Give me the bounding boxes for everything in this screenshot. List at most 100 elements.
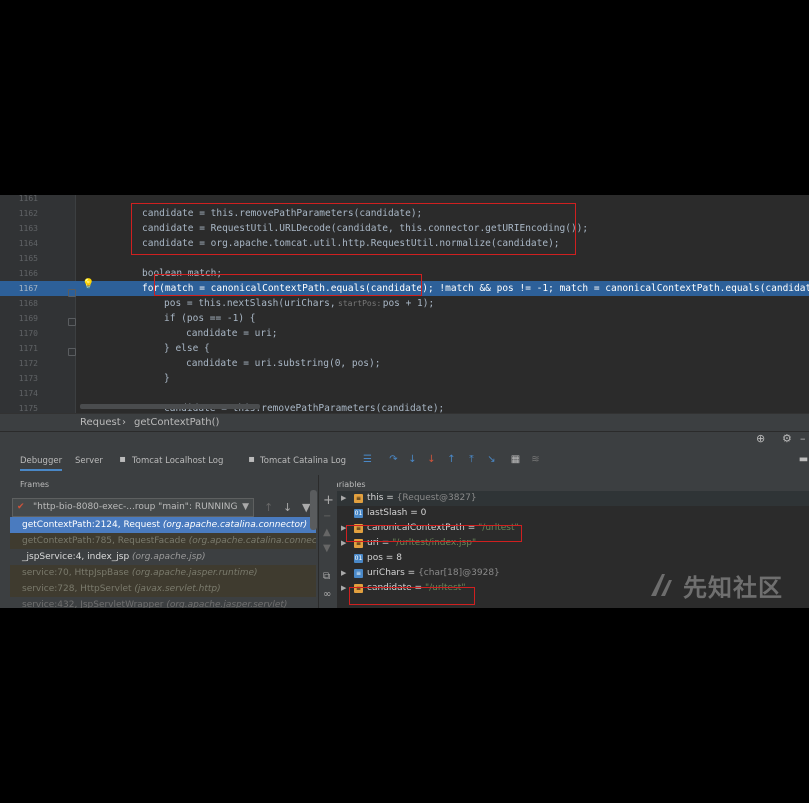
chevron-down-icon: ▼ [242, 502, 249, 512]
variable-row[interactable]: ▶ ≡ uri = "/urltest/index.jsp" [337, 536, 809, 551]
line-number[interactable]: 1170 [12, 326, 38, 341]
code-text: for(match = canonicalContextPath.equals(… [142, 283, 809, 294]
glasses-icon[interactable]: ∞ [323, 589, 331, 600]
variable-name: uri [367, 538, 379, 548]
fold-icon[interactable] [68, 348, 76, 356]
move-up-icon[interactable]: ▲ [323, 527, 331, 538]
line-number[interactable]: 1167 [12, 281, 38, 296]
fold-icon[interactable] [68, 318, 76, 326]
expand-arrow-icon[interactable]: ▶ [341, 566, 346, 581]
primitive-icon: 01 [354, 554, 363, 563]
add-watch-icon[interactable]: + [323, 493, 334, 508]
variable-row[interactable]: ▶ ≡ canonicalContextPath = "/urltest" [337, 521, 809, 536]
trace-icon[interactable]: ≋ [530, 454, 541, 465]
code-text-tail: pos + 1); [377, 298, 435, 309]
frame-item[interactable]: getContextPath:2124, Request (org.apache… [10, 517, 316, 533]
variables-title: Variables [337, 480, 366, 489]
step-out-icon[interactable]: ↑ [446, 454, 457, 465]
arrow-down-icon[interactable]: ↓ [283, 501, 292, 514]
line-number[interactable]: 1171 [12, 341, 38, 356]
watermark-logo [651, 574, 672, 596]
remove-watch-icon[interactable]: − [323, 511, 331, 522]
move-down-icon[interactable]: ▼ [323, 543, 331, 554]
copy-icon[interactable]: ⧉ [323, 571, 330, 582]
frame-method: getContextPath:785, RequestFacade [22, 536, 186, 546]
code-line[interactable]: 1170 candidate = uri; [0, 326, 809, 341]
tab-debugger[interactable]: Debugger [20, 453, 63, 471]
run-to-cursor-icon[interactable]: ↘ [486, 454, 497, 465]
line-number[interactable]: 1175 [12, 401, 38, 413]
frame-item[interactable]: service:728, HttpServlet (javax.servlet.… [10, 581, 316, 597]
code-text: candidate = uri.substring(0, pos); [186, 358, 381, 369]
gear-icon[interactable]: ⚙ [782, 432, 792, 445]
code-line[interactable]: 1167 for(match = canonicalContextPath.equ… [0, 281, 809, 296]
code-line[interactable]: 1172 candidate = uri.substring(0, pos); [0, 356, 809, 371]
minimize-icon[interactable]: – [800, 432, 806, 445]
step-over-icon[interactable]: ↷ [388, 454, 399, 465]
variable-name: uriChars [367, 568, 405, 578]
frame-method: service:432, JspServletWrapper [22, 600, 164, 608]
frame-item[interactable]: service:432, JspServletWrapper (org.apac… [10, 597, 316, 608]
code-line[interactable]: 1161 [0, 195, 809, 206]
expand-arrow-icon[interactable]: ▶ [341, 581, 346, 596]
expand-arrow-icon[interactable]: ▶ [341, 521, 346, 536]
line-number[interactable]: 1162 [12, 206, 38, 221]
code-line[interactable]: 1164 candidate = org.apache.tomcat.util.h… [0, 236, 809, 251]
tab-catalina-log[interactable]: Tomcat Catalina Log [260, 453, 346, 469]
line-number[interactable]: 1173 [12, 371, 38, 386]
line-number[interactable]: 1164 [12, 236, 38, 251]
frame-item[interactable]: service:70, HttpJspBase (org.apache.jasp… [10, 565, 316, 581]
expand-arrow-icon[interactable]: ▶ [341, 536, 346, 551]
variable-value: "/urltest" [424, 583, 466, 593]
variable-entry: lastSlash = 0 [367, 506, 426, 521]
line-number[interactable]: 1161 [12, 195, 38, 206]
frame-item[interactable]: getContextPath:785, RequestFacade (org.a… [10, 533, 316, 549]
code-line[interactable]: 1174 [0, 386, 809, 401]
code-editor[interactable]: 1161 1162 candidate = this.removePathParam… [0, 195, 809, 413]
expand-arrow-icon[interactable]: ▶ [341, 491, 346, 506]
line-number[interactable]: 1163 [12, 221, 38, 236]
force-step-into-icon[interactable]: ↓ [426, 454, 437, 465]
layout-icon[interactable]: ▬ [798, 454, 809, 465]
drop-frame-icon[interactable]: ⤒ [466, 454, 477, 465]
arrow-up-icon[interactable]: ↑ [264, 501, 273, 514]
menu-icon[interactable]: ☰ [362, 454, 373, 465]
step-into-icon[interactable]: ↓ [407, 454, 418, 465]
line-number[interactable]: 1169 [12, 311, 38, 326]
breadcrumb-class[interactable]: Request [80, 414, 121, 432]
variables-side-toolbar: + − ▲ ▼ ⧉ ∞ [319, 475, 337, 608]
frame-item[interactable]: _jspService:4, index_jsp (org.apache.jsp… [10, 549, 316, 565]
code-line[interactable]: 1169 if (pos == -1) { [0, 311, 809, 326]
tab-server[interactable]: Server [75, 453, 103, 469]
code-line[interactable]: 1163 candidate = RequestUtil.URLDecode(ca… [0, 221, 809, 236]
line-number[interactable]: 1168 [12, 296, 38, 311]
code-line[interactable]: 1171} else { [0, 341, 809, 356]
lightbulb-icon[interactable]: 💡 [82, 279, 94, 290]
variable-row[interactable]: ▶ ≡ this = {Request@3827} [337, 491, 809, 506]
code-line[interactable]: 1166 boolean match; [0, 266, 809, 281]
code-line[interactable]: 1173} [0, 371, 809, 386]
code-line[interactable]: 1162 candidate = this.removePathParameter… [0, 206, 809, 221]
editor-horizontal-scrollbar[interactable] [80, 404, 260, 409]
variable-row[interactable]: 01 lastSlash = 0 [337, 506, 809, 521]
variable-entry: canonicalContextPath = "/urltest" [367, 521, 519, 536]
target-icon[interactable]: ⊕ [756, 432, 765, 445]
frames-scrollbar[interactable] [310, 490, 317, 530]
thread-selector[interactable]: ✔ "http-bio-8080-exec-...roup "main": RU… [12, 498, 254, 517]
line-number[interactable]: 1172 [12, 356, 38, 371]
code-text: candidate = org.apache.tomcat.util.http.… [142, 238, 560, 249]
code-line[interactable]: 1168 pos = this.nextSlash(uriChars, startP… [0, 296, 809, 311]
breadcrumb-method[interactable]: getContextPath() [134, 414, 219, 432]
line-number[interactable]: 1174 [12, 386, 38, 401]
tab-localhost-log[interactable]: Tomcat Localhost Log [132, 453, 223, 469]
equals-sign: = [378, 538, 393, 548]
variable-value: {char[18]@3928} [418, 568, 500, 578]
line-number[interactable]: 1166 [12, 266, 38, 281]
line-number[interactable]: 1165 [12, 251, 38, 266]
code-line[interactable]: 1165 [0, 251, 809, 266]
code-text: if (pos == -1) { [164, 313, 256, 324]
evaluate-icon[interactable]: ▦ [510, 454, 521, 465]
parameter-hint: startPos: [338, 299, 382, 308]
variable-row[interactable]: 01 pos = 8 [337, 551, 809, 566]
fold-icon[interactable] [68, 289, 76, 297]
